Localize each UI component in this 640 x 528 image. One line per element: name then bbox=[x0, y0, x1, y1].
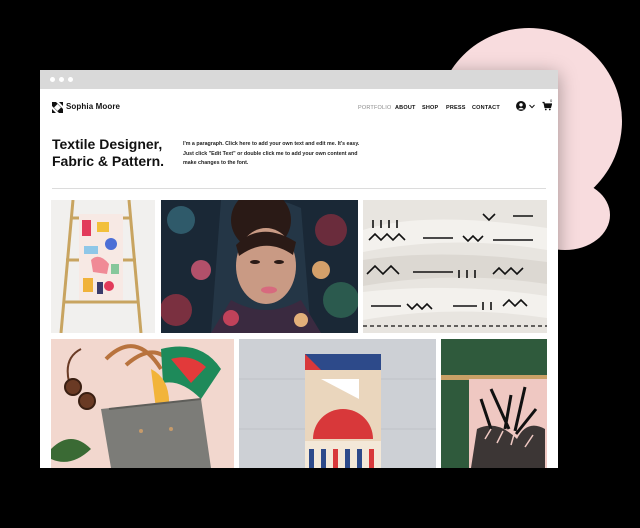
headline-line: Fabric & Pattern. bbox=[52, 153, 165, 169]
ladder-towels-image bbox=[51, 200, 155, 333]
nav-item-contact[interactable]: CONTACT bbox=[472, 105, 500, 111]
palm-print-fabric-image bbox=[441, 339, 547, 468]
site-header: Sophia Moore PORTFOLIO ABOUT SHOP PRESS … bbox=[40, 89, 558, 129]
mudcloth-fabric-image bbox=[363, 200, 547, 333]
gallery-item-mudcloth[interactable] bbox=[363, 200, 547, 333]
gallery-item-geometric-towel[interactable] bbox=[239, 339, 436, 468]
brand-name[interactable]: Sophia Moore bbox=[66, 102, 120, 111]
geometric-towel-image bbox=[239, 339, 436, 468]
gallery-item-floral-portrait[interactable] bbox=[161, 200, 358, 333]
page-headline: Textile Designer, Fabric & Pattern. bbox=[52, 136, 177, 170]
tote-scarf-sunglasses-image bbox=[51, 339, 234, 468]
woman-floral-scarf-image bbox=[161, 200, 358, 333]
browser-window: Sophia Moore PORTFOLIO ABOUT SHOP PRESS … bbox=[40, 70, 558, 468]
browser-chrome-bar bbox=[40, 70, 558, 89]
headline-line: Textile Designer, bbox=[52, 136, 163, 152]
window-dot-icon bbox=[50, 77, 55, 82]
window-dot-icon bbox=[68, 77, 73, 82]
nav-item-press[interactable]: PRESS bbox=[446, 105, 466, 111]
nav-item-about[interactable]: ABOUT bbox=[395, 105, 416, 111]
chevron-down-icon[interactable] bbox=[529, 104, 535, 109]
nav-item-shop[interactable]: SHOP bbox=[422, 105, 438, 111]
cart-count-badge: 0 bbox=[550, 98, 553, 103]
nav-item-portfolio[interactable]: PORTFOLIO bbox=[358, 105, 391, 111]
divider bbox=[52, 188, 546, 189]
logo-mark-icon[interactable] bbox=[52, 102, 63, 113]
gallery-item-ladder-towels[interactable] bbox=[51, 200, 155, 333]
intro-paragraph: I'm a paragraph. Click here to add your … bbox=[183, 141, 360, 166]
user-avatar-icon[interactable] bbox=[516, 101, 526, 111]
gallery-item-palm-print[interactable] bbox=[441, 339, 547, 468]
gallery-item-tote-bag[interactable] bbox=[51, 339, 234, 468]
window-dot-icon bbox=[59, 77, 64, 82]
